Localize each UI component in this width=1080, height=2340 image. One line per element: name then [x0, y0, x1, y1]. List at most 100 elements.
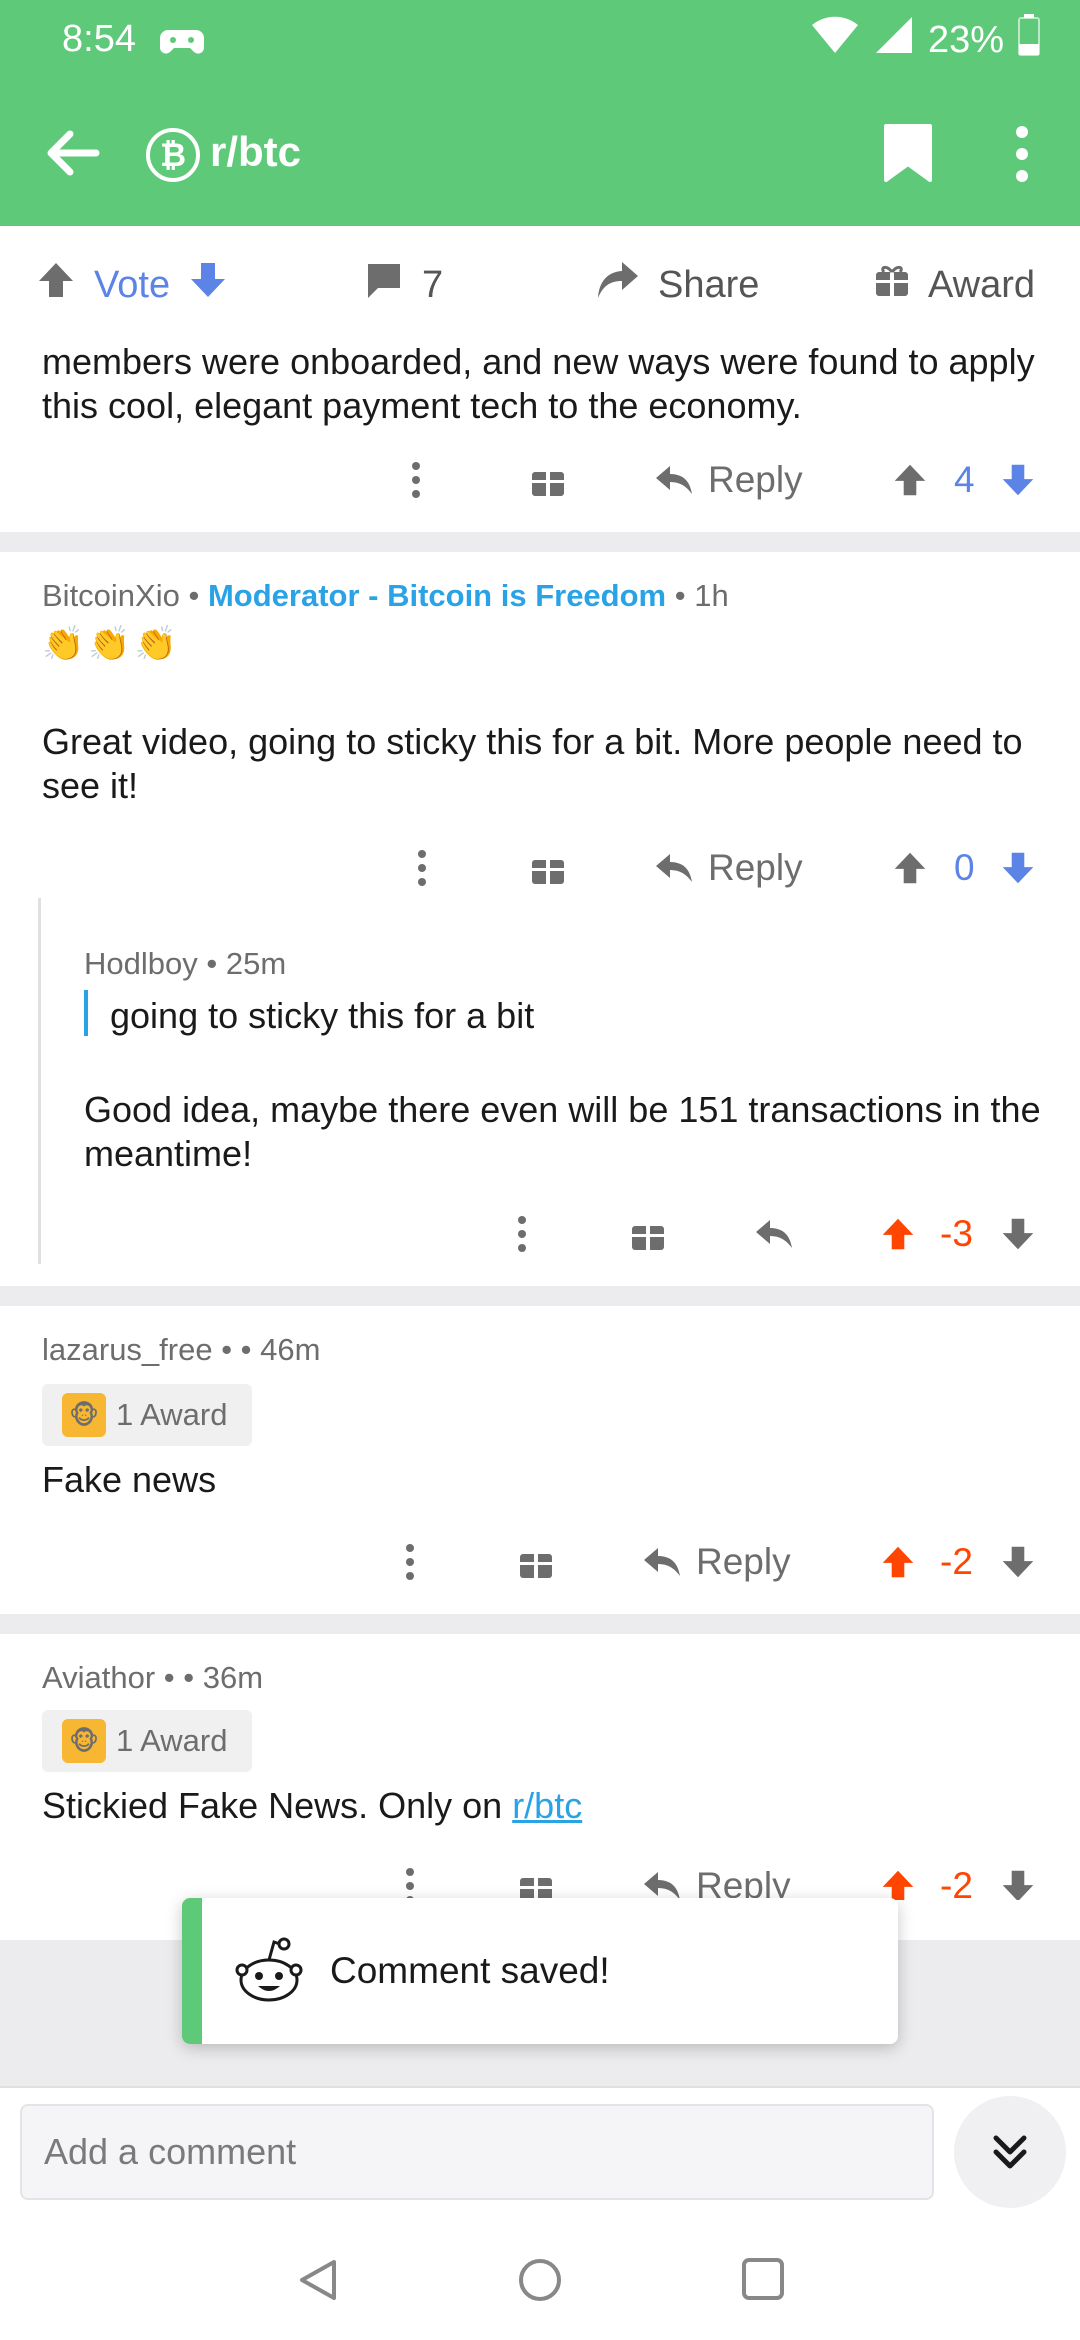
- clapping-emoji: 👏👏👏: [42, 625, 182, 663]
- upvote-icon[interactable]: [892, 462, 928, 498]
- reply-icon[interactable]: [754, 1216, 794, 1252]
- award-label: Award: [928, 263, 1036, 306]
- double-chevron-down-icon[interactable]: [954, 2096, 1066, 2208]
- comment-actions: Reply 4: [0, 450, 1080, 510]
- more-vertical-icon[interactable]: [516, 1214, 528, 1254]
- post-action-bar: Vote 7 Share Award: [0, 226, 1080, 344]
- snoo-icon: [234, 1936, 304, 2006]
- comment-composer: [0, 2086, 1080, 2230]
- bookmark-icon[interactable]: [880, 122, 936, 186]
- upvote-icon[interactable]: [36, 260, 76, 310]
- award-icon: 🐵: [62, 1719, 106, 1763]
- upvote-icon[interactable]: [880, 1544, 916, 1580]
- comment-input[interactable]: [20, 2104, 934, 2200]
- comment-author[interactable]: Hodlboy: [84, 946, 198, 981]
- bitcoin-icon[interactable]: ₿: [146, 128, 200, 182]
- gift-icon[interactable]: [530, 462, 566, 498]
- app-header: 8:54 23% ₿ r/btc: [0, 0, 1080, 226]
- author-flair: Moderator - Bitcoin is Freedom: [207, 578, 667, 613]
- reply-button[interactable]: Reply: [654, 847, 803, 889]
- award-badge[interactable]: 🐵 1 Award: [42, 1710, 252, 1772]
- comment-score: 0: [954, 847, 975, 888]
- share-button[interactable]: Share: [596, 260, 759, 310]
- gift-icon[interactable]: [518, 1868, 554, 1900]
- comments-count: 7: [422, 263, 444, 306]
- signal-icon: [874, 15, 914, 65]
- reply-button[interactable]: Reply: [642, 1865, 791, 1900]
- comment-author[interactable]: Aviathor: [42, 1660, 155, 1695]
- downvote-icon[interactable]: [1000, 462, 1036, 498]
- nav-back-icon[interactable]: [296, 2256, 340, 2309]
- reply-button[interactable]: Reply: [642, 1541, 791, 1583]
- reply-label: Reply: [696, 1865, 791, 1900]
- subreddit-name[interactable]: r/btc: [210, 128, 301, 176]
- downvote-icon[interactable]: [1000, 1544, 1036, 1580]
- comment-divider: [0, 1614, 1080, 1634]
- back-arrow-icon[interactable]: [40, 120, 106, 186]
- comments-button[interactable]: 7: [364, 260, 443, 310]
- comment-score: -3: [940, 1213, 973, 1254]
- comment-text: Good idea, maybe there even will be 151 …: [84, 1089, 1041, 1174]
- award-badge[interactable]: 🐵 1 Award: [42, 1384, 252, 1446]
- share-icon: [596, 260, 640, 310]
- comment-meta: Aviathor • • 36m: [42, 1660, 264, 1695]
- reply-label: Reply: [708, 459, 803, 500]
- upvote-icon[interactable]: [880, 1868, 916, 1900]
- toast-accent: [182, 1898, 202, 2044]
- gift-icon[interactable]: [630, 1216, 666, 1252]
- comment-text: Stickied Fake News. Only on r/btc: [42, 1784, 582, 1828]
- gift-icon[interactable]: [530, 850, 566, 886]
- downvote-icon[interactable]: [1000, 1868, 1036, 1900]
- more-vertical-icon[interactable]: [1004, 122, 1040, 186]
- subreddit-link[interactable]: r/btc: [512, 1785, 582, 1826]
- nav-home-icon[interactable]: [516, 2256, 564, 2309]
- status-time: 8:54: [62, 18, 136, 60]
- comment-actions: Reply 0: [0, 838, 1080, 898]
- comment-divider: [0, 532, 1080, 552]
- gift-icon[interactable]: [518, 1544, 554, 1580]
- award-count: 1 Award: [116, 1397, 228, 1432]
- more-vertical-icon[interactable]: [416, 848, 428, 888]
- comment-score: 4: [954, 459, 975, 500]
- more-vertical-icon[interactable]: [410, 460, 422, 500]
- toast-notification: Comment saved!: [182, 1898, 898, 2044]
- share-label: Share: [658, 263, 760, 306]
- downvote-icon[interactable]: [1000, 1216, 1036, 1252]
- upvote-icon[interactable]: [892, 850, 928, 886]
- system-nav-bar: [0, 2230, 1080, 2340]
- status-icons: 23%: [810, 14, 1040, 66]
- nav-recents-icon[interactable]: [740, 2256, 786, 2307]
- more-vertical-icon[interactable]: [404, 1542, 416, 1582]
- more-vertical-icon[interactable]: [404, 1866, 416, 1900]
- comment-score: -2: [940, 1541, 973, 1582]
- award-count: 1 Award: [116, 1723, 228, 1758]
- comment-meta: BitcoinXio • Moderator - Bitcoin is Free…: [42, 578, 729, 613]
- reply-button[interactable]: Reply: [654, 459, 803, 501]
- comment-time: 25m: [225, 946, 287, 981]
- toast-message: Comment saved!: [330, 1950, 610, 1991]
- award-button[interactable]: Award: [874, 262, 1035, 308]
- reply-label: Reply: [696, 1541, 791, 1582]
- reply-label: Reply: [708, 847, 803, 888]
- comment-author[interactable]: lazarus_free: [42, 1332, 213, 1367]
- downvote-icon[interactable]: [1000, 850, 1036, 886]
- game-controller-icon: [160, 26, 204, 63]
- comment-meta: Hodlboy • 25m: [84, 946, 287, 981]
- comment-time: 46m: [260, 1332, 321, 1367]
- comment-meta: lazarus_free • • 46m: [42, 1332, 321, 1367]
- gift-icon: [874, 262, 910, 308]
- award-icon: 🐵: [62, 1393, 106, 1437]
- vote-label: Vote: [94, 263, 171, 306]
- quote-bar: [84, 990, 88, 1036]
- comment-score: -2: [940, 1865, 973, 1900]
- battery-icon: [1018, 14, 1040, 66]
- comment-text: Fake news: [42, 1459, 217, 1500]
- wifi-icon: [810, 15, 860, 65]
- downvote-icon[interactable]: [188, 260, 228, 310]
- upvote-icon[interactable]: [880, 1216, 916, 1252]
- quote-text: going to sticky this for a bit: [110, 995, 535, 1036]
- comment-author[interactable]: BitcoinXio: [42, 578, 180, 613]
- comment-icon: [364, 260, 404, 310]
- comment-actions: Reply -2: [0, 1532, 1080, 1592]
- comment-time: 1h: [694, 578, 729, 613]
